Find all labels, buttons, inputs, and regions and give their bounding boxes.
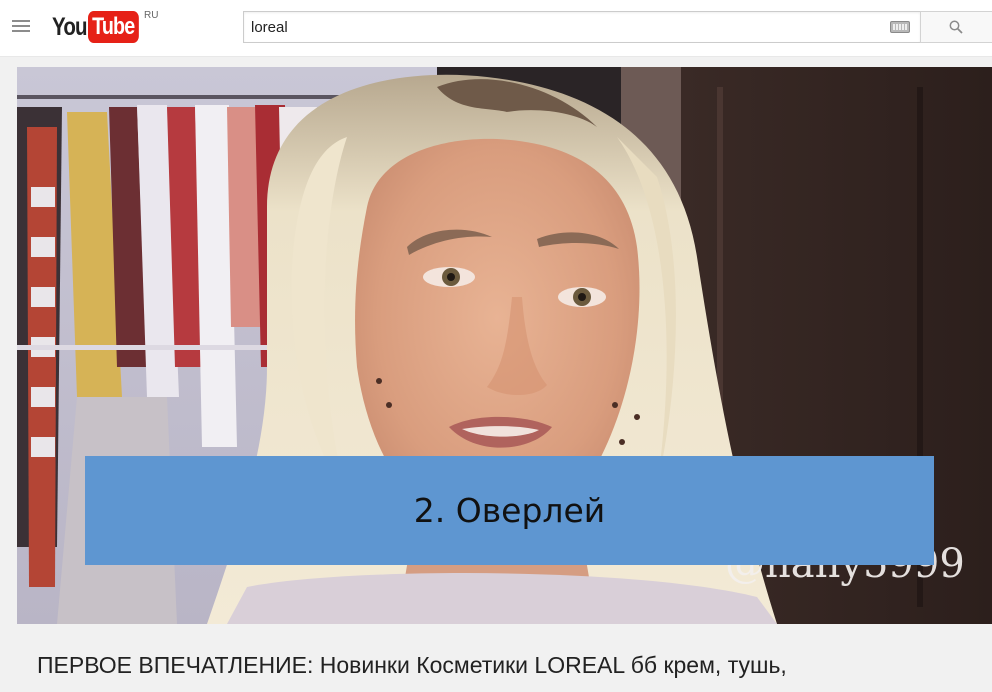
search-button[interactable] — [920, 11, 992, 43]
overlay-banner: 2. Оверлей — [85, 456, 934, 565]
country-code: RU — [144, 10, 159, 21]
video-player[interactable]: @nany5999 2. Оверлей — [17, 67, 992, 624]
masthead: You Tube RU loreal — [0, 0, 992, 57]
logo-you-text: You — [52, 12, 88, 41]
youtube-logo[interactable]: You Tube — [52, 10, 150, 44]
overlay-label: 2. Оверлей — [413, 491, 606, 530]
hamburger-menu-icon[interactable] — [12, 20, 30, 34]
search-input[interactable]: loreal — [243, 11, 921, 43]
magnifier-icon — [949, 20, 963, 34]
search-input-value[interactable]: loreal — [251, 19, 288, 36]
video-title[interactable]: ПЕРВОЕ ВПЕЧАТЛЕНИЕ: Новинки Косметики LO… — [37, 652, 787, 679]
logo-tube-text: Tube — [88, 11, 139, 43]
keyboard-icon[interactable] — [890, 21, 910, 33]
